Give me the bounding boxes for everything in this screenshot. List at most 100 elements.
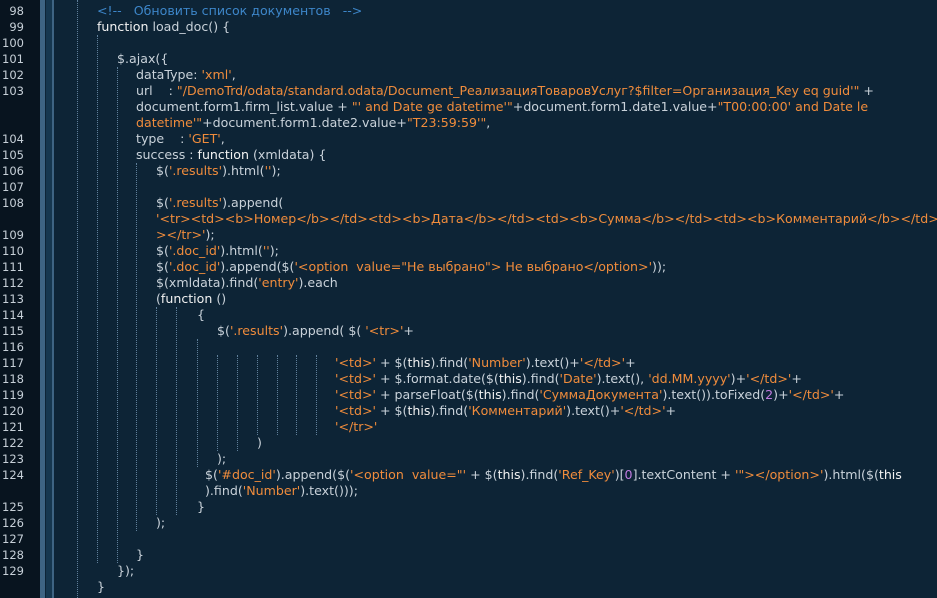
line-number: 102 xyxy=(2,68,24,82)
code-token: "' and Date ge datetime'" xyxy=(351,99,513,114)
code-line: '<td>' + $(this).find('Комментарий').tex… xyxy=(335,403,676,419)
code-token: ).find( xyxy=(521,371,560,386)
code-line: datetime'"+document.form1.date2.value+"T… xyxy=(136,115,490,131)
code-token: 'Number' xyxy=(242,483,301,498)
code-line: document.form1.firm_list.value + "' and … xyxy=(136,99,868,115)
line-number: 109 xyxy=(2,228,24,242)
line-number: 108 xyxy=(2,196,24,210)
code-editor[interactable]: <!-- Обновить список документов --> funct… xyxy=(0,0,937,598)
line-number: 117 xyxy=(2,356,24,370)
indent-guide xyxy=(237,355,238,451)
code-token: ).find( xyxy=(520,467,559,482)
code-line: $(xmldata).find('entry').each xyxy=(156,275,338,291)
line-number: 128 xyxy=(2,548,24,562)
code-token: this xyxy=(498,371,522,386)
code-token: 'СуммаДокумента' xyxy=(539,387,663,402)
code-token: $( xyxy=(156,243,169,258)
code-token: + $.format.date($( xyxy=(375,371,499,386)
code-token: "/DemoTrd/odata/standard.odata/Document_… xyxy=(176,83,860,98)
code-token: ).html( xyxy=(220,243,263,258)
code-token: $( xyxy=(217,323,230,338)
indent-guide xyxy=(77,0,78,598)
code-token: this xyxy=(478,387,502,402)
code-token: ).html($( xyxy=(823,467,879,482)
line-number: 125 xyxy=(2,500,24,514)
code-token: } xyxy=(197,499,206,514)
code-token: dataType: xyxy=(136,67,202,82)
code-token: function xyxy=(160,291,217,306)
line-number: 99 xyxy=(9,20,24,34)
code-token: ).append( $( xyxy=(283,323,366,338)
code-line: ); xyxy=(217,451,226,467)
line-number: 103 xyxy=(2,84,24,98)
code-token: +document.form1.date2.value+ xyxy=(202,115,407,130)
code-token: $( xyxy=(156,163,169,178)
code-token: , xyxy=(220,131,225,146)
code-token: ); xyxy=(205,227,215,242)
indent-guide xyxy=(97,35,98,563)
code-token: '.doc_id' xyxy=(168,243,221,258)
indent-guide xyxy=(117,67,118,563)
code-line: '</tr>' xyxy=(335,419,377,435)
code-line: '<td>' + $(this).find('Number').text()+'… xyxy=(335,355,636,371)
code-token: { xyxy=(197,307,206,322)
indent-guide xyxy=(136,163,137,531)
code-token: )); xyxy=(652,259,667,274)
line-number: 126 xyxy=(2,516,24,530)
code-token: 'Date' xyxy=(559,371,597,386)
code-token: , xyxy=(486,115,491,130)
line-number: 120 xyxy=(2,404,24,418)
code-token: + xyxy=(665,403,677,418)
line-number: 104 xyxy=(2,132,24,146)
code-token: '<td>' xyxy=(335,403,376,418)
code-token: ); xyxy=(156,515,166,530)
code-token: ); xyxy=(217,451,227,466)
code-token: )+ xyxy=(773,387,789,402)
line-number: 121 xyxy=(2,420,24,434)
code-token: '<tr>' xyxy=(365,323,404,338)
code-token: '' xyxy=(264,163,272,178)
code-token: '<option value="' xyxy=(350,467,467,482)
code-line: '<td>' + parseFloat($(this).find('СуммаД… xyxy=(335,387,844,403)
code-token: ).append( xyxy=(222,195,284,210)
code-token: '<td>' xyxy=(335,387,376,402)
code-token: 'Комментарий' xyxy=(468,403,567,418)
code-token: success : xyxy=(136,147,198,162)
code-token: } xyxy=(136,547,145,562)
code-token: datetime'" xyxy=(136,115,203,130)
code-token: ).text(), xyxy=(596,371,649,386)
code-line: ); xyxy=(156,515,165,531)
code-token: "T23:59:59'" xyxy=(406,115,487,130)
code-token: )+ xyxy=(730,371,747,386)
code-token: this xyxy=(407,403,431,418)
code-token: ).text()+ xyxy=(525,355,580,370)
indent-guide xyxy=(296,355,297,435)
gutter-divider xyxy=(52,0,54,598)
line-number: 106 xyxy=(2,164,24,178)
indent-guide xyxy=(277,355,278,435)
code-token: ).text()+ xyxy=(566,403,621,418)
line-number: 113 xyxy=(2,292,24,306)
code-token: '</td>' xyxy=(579,355,626,370)
code-token: '<td>' xyxy=(335,371,376,386)
code-token: ).find( xyxy=(430,355,469,370)
code-token: + xyxy=(625,355,636,370)
code-token: this xyxy=(497,467,521,482)
code-line: { xyxy=(197,307,205,323)
code-line: ).find('Number').text())); xyxy=(205,483,358,499)
line-number: 127 xyxy=(2,532,24,546)
line-number: 124 xyxy=(2,468,24,482)
code-token: ); xyxy=(269,243,279,258)
code-token: ); xyxy=(271,163,281,178)
code-token: ).text())); xyxy=(300,483,358,498)
line-number: 119 xyxy=(2,388,24,402)
code-token: } xyxy=(97,579,106,594)
code-token: 0 xyxy=(624,467,633,482)
code-token: '.results' xyxy=(168,163,223,178)
code-line: $('.results').append( xyxy=(156,195,283,211)
line-number: 100 xyxy=(2,36,24,50)
code-token: + xyxy=(403,323,414,338)
indent-guide xyxy=(197,339,198,467)
code-token: )[ xyxy=(614,467,625,482)
code-token: '#doc_id' xyxy=(217,467,276,482)
